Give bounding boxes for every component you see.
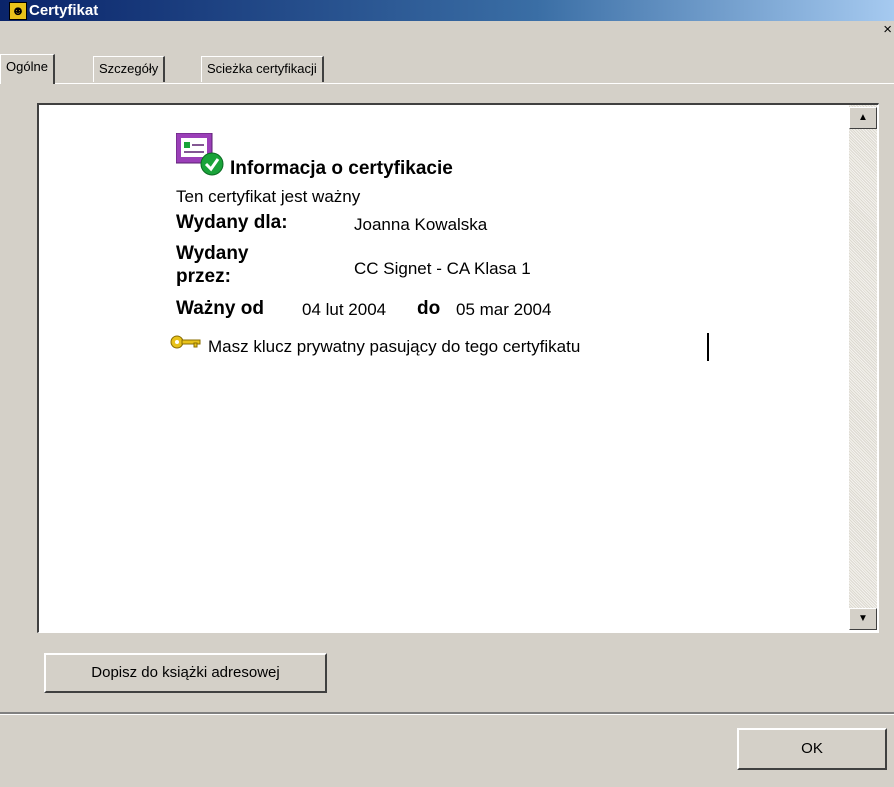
separator-highlight <box>0 714 894 715</box>
info-heading: Informacja o certyfikacie <box>230 158 453 179</box>
tab-certification-path[interactable]: Scieżka certyfikacji <box>201 56 324 82</box>
issued-to-value: Joanna Kowalska <box>354 215 488 234</box>
tab-general[interactable]: Ogólne <box>0 54 55 84</box>
title-bar[interactable]: ☻ Certyfikat <box>0 0 894 21</box>
private-key-message: Masz klucz prywatny pasujący do tego cer… <box>208 337 581 356</box>
valid-from-label: Ważny od <box>176 298 264 319</box>
certificate-status: Ten certyfikat jest ważny <box>176 187 361 206</box>
issued-by-value: CC Signet - CA Klasa 1 <box>354 259 531 278</box>
tab-details[interactable]: Szczegóły <box>93 56 166 82</box>
text-caret <box>707 333 709 361</box>
tab-panel-edge <box>0 83 894 84</box>
certificate-info-pane[interactable] <box>37 103 879 633</box>
window-title: Certyfikat <box>29 2 99 19</box>
scrollbar-track[interactable] <box>849 105 877 630</box>
valid-from-value: 04 lut 2004 <box>302 300 387 319</box>
app-icon: ☻ <box>9 2 27 20</box>
tab-strip: Ogólne Szczegóły Scieżka certyfikacji <box>0 22 894 84</box>
add-to-address-book-button[interactable]: Dopisz do książki adresowej <box>44 653 327 693</box>
valid-to-label: do <box>417 298 441 319</box>
valid-to-value: 05 mar 2004 <box>456 300 552 319</box>
issued-by-label-line1: Wydany <box>176 243 249 264</box>
ok-button[interactable]: OK <box>737 728 887 770</box>
key-icon <box>170 335 201 349</box>
scroll-down-button[interactable]: ▼ <box>849 608 877 630</box>
issued-by-label-line2: przez: <box>176 266 231 287</box>
certificate-icon <box>176 133 224 176</box>
scroll-up-button[interactable]: ▲ <box>849 107 877 129</box>
issued-to-label: Wydany dla: <box>176 212 288 233</box>
